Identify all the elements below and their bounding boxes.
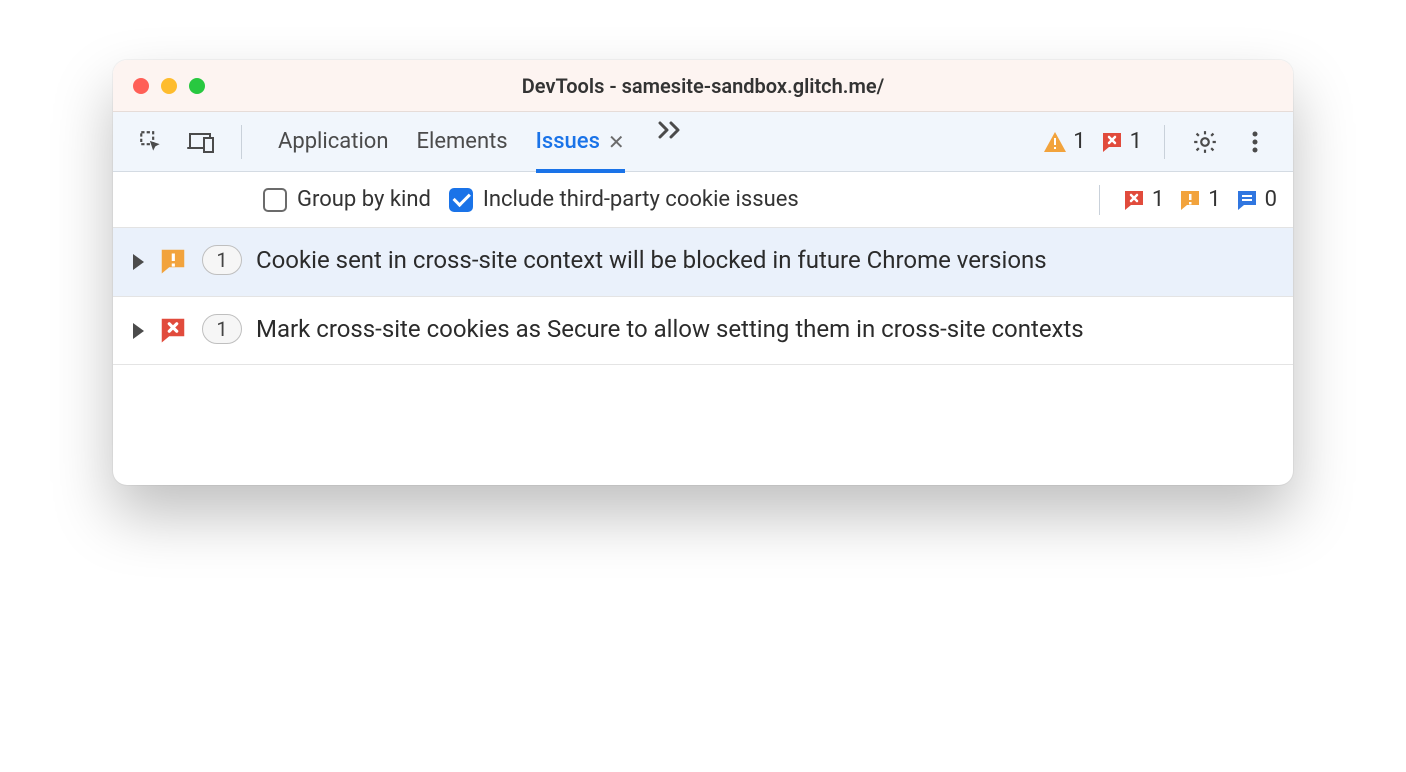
warning-triangle-icon: [1043, 131, 1067, 153]
issue-row[interactable]: 1 Mark cross-site cookies as Secure to a…: [113, 297, 1293, 366]
expand-icon[interactable]: [133, 323, 144, 339]
empty-area: [113, 365, 1293, 485]
tab-application[interactable]: Application: [278, 114, 388, 173]
group-by-kind-label: Group by kind: [297, 187, 431, 212]
warning-speech-icon: [158, 246, 188, 276]
window-titlebar: DevTools - samesite-sandbox.glitch.me/: [113, 60, 1293, 112]
filter-warning-value: 1: [1208, 187, 1220, 212]
warning-count[interactable]: 1: [1043, 129, 1085, 154]
close-window-button[interactable]: [133, 78, 149, 94]
issue-count: 1: [216, 317, 227, 341]
issues-filter-bar: Group by kind Include third-party cookie…: [113, 172, 1293, 228]
kebab-menu-icon[interactable]: [1237, 124, 1273, 160]
devtools-tabstrip: Application Elements Issues ✕: [113, 112, 1293, 172]
close-tab-icon[interactable]: ✕: [608, 130, 625, 154]
issue-title: Mark cross-site cookies as Secure to all…: [256, 313, 1084, 347]
inspect-element-icon[interactable]: [133, 124, 169, 160]
tab-label: Elements: [416, 129, 507, 154]
issue-row[interactable]: 1 Cookie sent in cross-site context will…: [113, 228, 1293, 297]
more-tabs-icon[interactable]: [653, 112, 689, 148]
warning-speech-icon: [1178, 188, 1202, 212]
window-controls: [113, 78, 205, 94]
error-speech-icon: [1100, 130, 1124, 154]
expand-icon[interactable]: [133, 254, 144, 270]
devtools-window: DevTools - samesite-sandbox.glitch.me/ A…: [113, 60, 1293, 485]
tab-issues[interactable]: Issues ✕: [536, 114, 625, 173]
filter-info-count[interactable]: 0: [1235, 187, 1277, 212]
divider: [241, 125, 242, 159]
maximize-window-button[interactable]: [189, 78, 205, 94]
settings-icon[interactable]: [1187, 124, 1223, 160]
error-speech-icon: [1122, 188, 1146, 212]
filter-error-value: 1: [1152, 187, 1164, 212]
error-count-value: 1: [1130, 129, 1142, 154]
include-third-party-checkbox[interactable]: [449, 188, 473, 212]
filter-warning-count[interactable]: 1: [1178, 187, 1220, 212]
divider: [1164, 125, 1165, 159]
tab-label: Issues: [536, 129, 600, 154]
error-speech-icon: [158, 315, 188, 345]
tab-elements[interactable]: Elements: [416, 114, 507, 173]
divider: [1099, 185, 1100, 215]
device-toolbar-icon[interactable]: [183, 124, 219, 160]
issue-count: 1: [216, 248, 227, 272]
issue-count-pill: 1: [202, 245, 242, 275]
window-title: DevTools - samesite-sandbox.glitch.me/: [113, 74, 1293, 98]
info-speech-icon: [1235, 188, 1259, 212]
group-by-kind-option[interactable]: Group by kind: [263, 187, 431, 212]
filter-info-value: 0: [1265, 187, 1277, 212]
group-by-kind-checkbox[interactable]: [263, 188, 287, 212]
issue-title: Cookie sent in cross-site context will b…: [256, 244, 1047, 278]
warning-count-value: 1: [1073, 129, 1085, 154]
issue-count-pill: 1: [202, 314, 242, 344]
minimize-window-button[interactable]: [161, 78, 177, 94]
include-third-party-option[interactable]: Include third-party cookie issues: [449, 187, 799, 212]
tab-label: Application: [278, 129, 388, 154]
include-third-party-label: Include third-party cookie issues: [483, 187, 799, 212]
error-count[interactable]: 1: [1100, 129, 1142, 154]
filter-error-count[interactable]: 1: [1122, 187, 1164, 212]
